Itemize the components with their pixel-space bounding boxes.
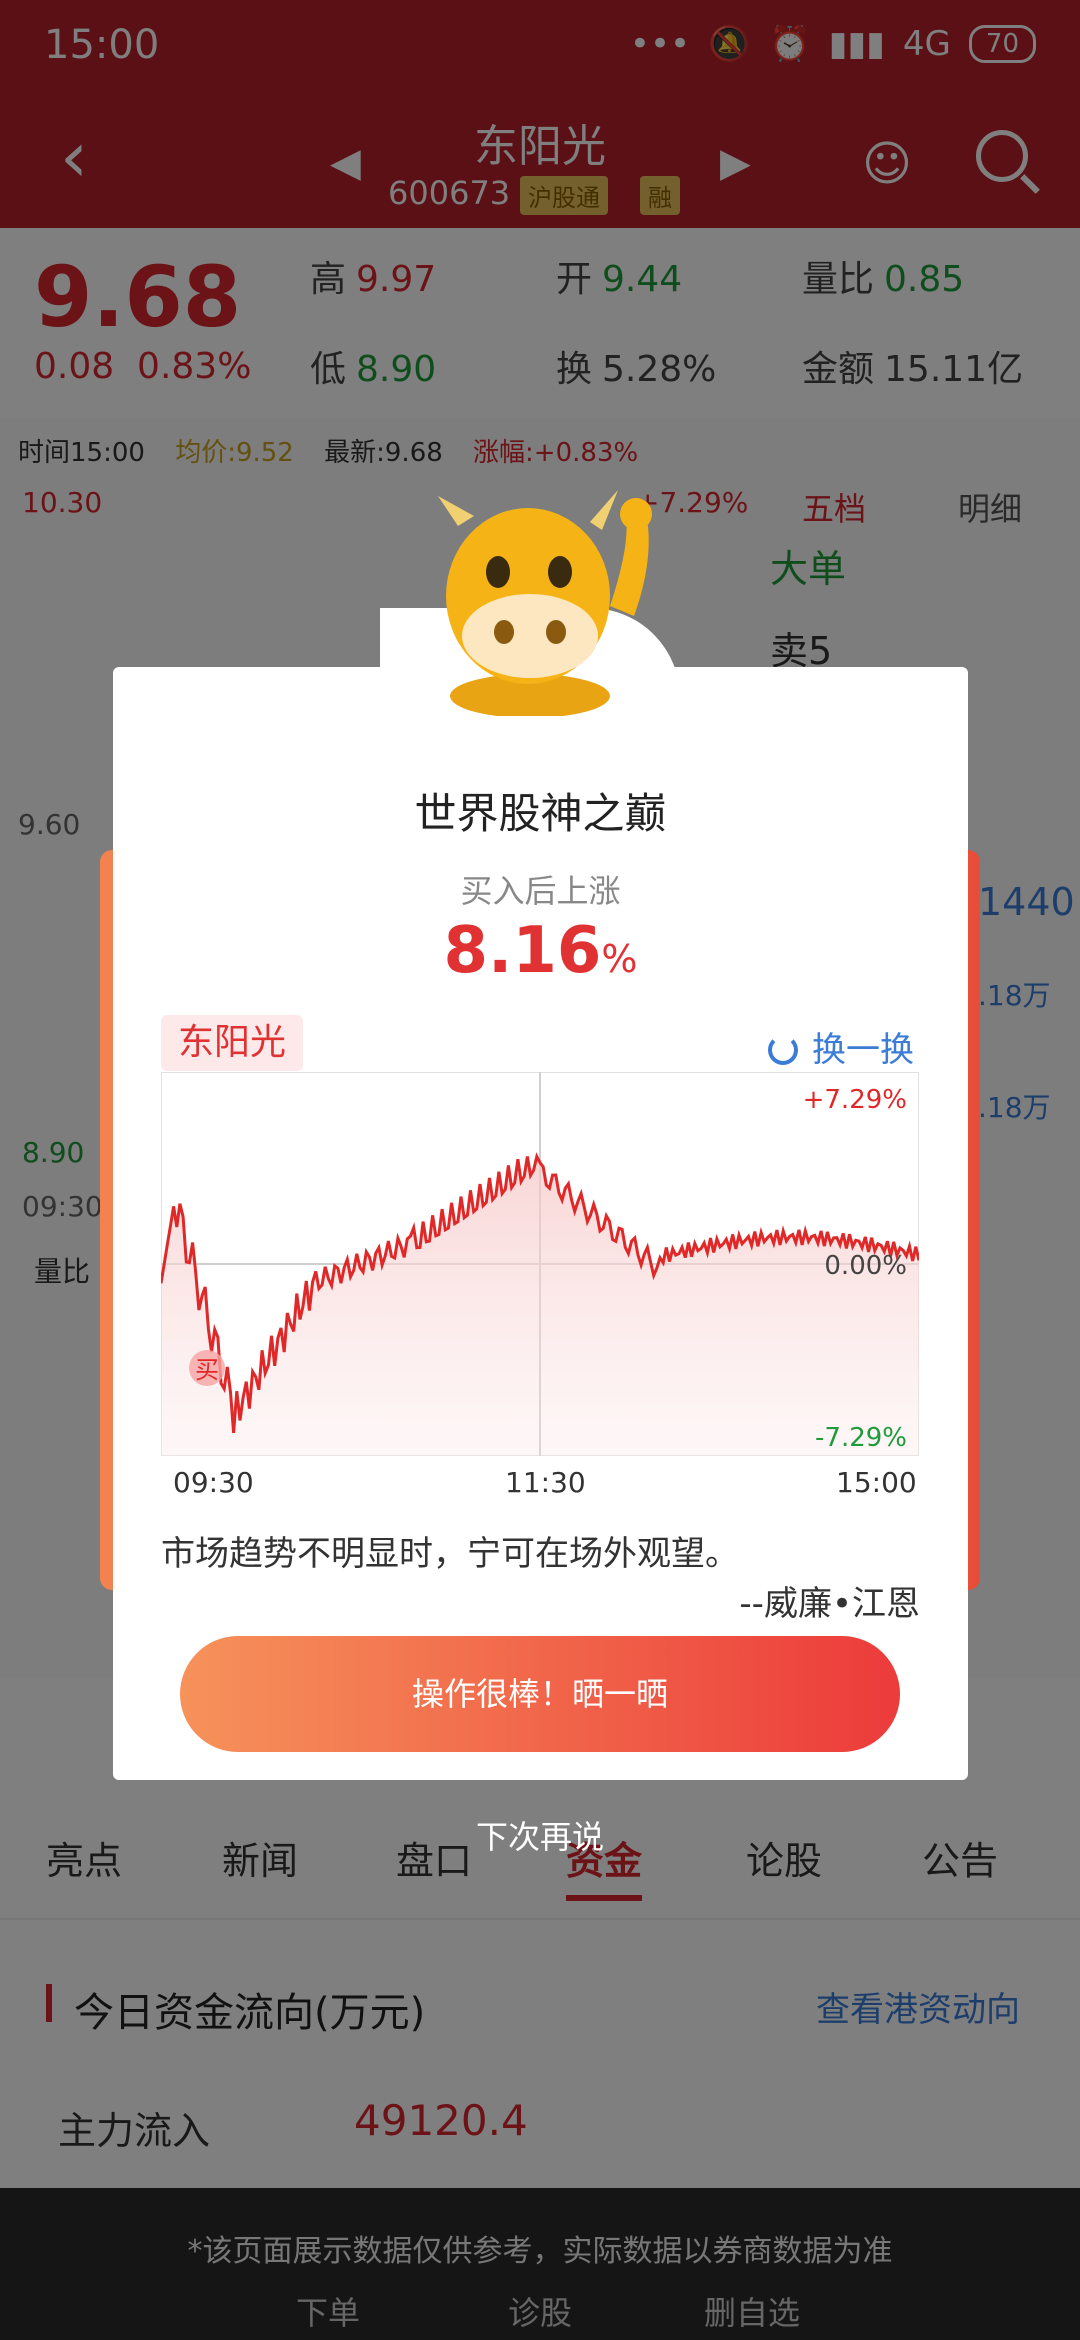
stock-name-badge: 东阳光 xyxy=(161,1015,303,1071)
chart-bottom-pct: -7.29% xyxy=(815,1423,907,1453)
buy-marker-label: 买 xyxy=(195,1356,219,1384)
investment-quote: 市场趋势不明显时，宁可在场外观望。 xyxy=(161,1534,739,1574)
quote-author: --威廉•江恩 xyxy=(739,1584,920,1624)
gain-percent: 8.16% xyxy=(443,914,638,988)
time-label-noon: 11:30 xyxy=(505,1466,586,1499)
chart-top-pct: +7.29% xyxy=(803,1085,907,1115)
modal-title: 世界股神之巅 xyxy=(414,789,667,838)
dismiss-later-link[interactable]: 下次再说 xyxy=(0,1812,1080,1858)
chart-mid-pct: 0.00% xyxy=(824,1251,907,1281)
modal-subtitle: 买入后上涨 xyxy=(460,872,621,910)
refresh-button[interactable]: 换一换 xyxy=(768,1022,914,1071)
trade-chart: 买 +7.29% 0.00% -7.29% xyxy=(161,1072,919,1456)
share-button[interactable]: 操作很棒！晒一晒 xyxy=(180,1636,900,1752)
bull-mascot-icon xyxy=(438,490,652,716)
refresh-icon xyxy=(768,1035,798,1065)
time-label-open: 09:30 xyxy=(173,1466,254,1499)
time-label-close: 15:00 xyxy=(836,1466,917,1499)
